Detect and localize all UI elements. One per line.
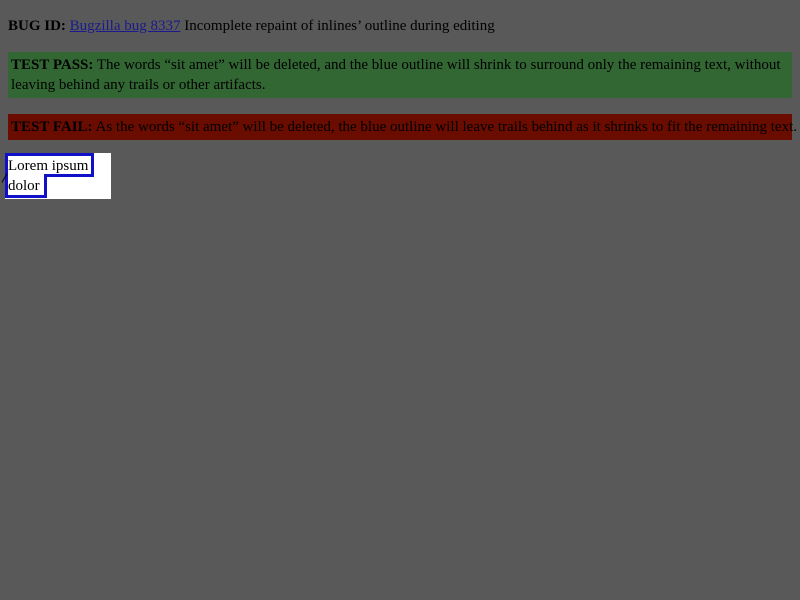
test-fail-text: As the words “sit amet” will be deleted,… bbox=[95, 119, 798, 135]
test-fail-label: TEST FAIL: bbox=[11, 119, 93, 135]
bug-id-line: BUG ID: Bugzilla bug 8337 Incomplete rep… bbox=[8, 16, 792, 36]
editable-test-area[interactable]: Lorem ipsum dolor bbox=[1, 153, 111, 199]
editable-text-line1[interactable]: Lorem ipsum bbox=[8, 156, 88, 176]
bug-description: Incomplete repaint of inlines’ outline d… bbox=[184, 18, 495, 34]
bug-id-label: BUG ID: bbox=[8, 18, 66, 34]
bugzilla-link[interactable]: Bugzilla bug 8337 bbox=[70, 18, 181, 34]
test-pass-text: The words “sit amet” will be deleted, an… bbox=[11, 57, 781, 93]
page: { "bug": { "label": "BUG ID:", "link_tex… bbox=[0, 0, 800, 600]
editable-text-line2[interactable]: dolor bbox=[8, 176, 40, 196]
test-fail-box: TEST FAIL: As the words “sit amet” will … bbox=[8, 114, 797, 140]
test-pass-box: TEST PASS: The words “sit amet” will be … bbox=[8, 52, 792, 98]
test-pass-label: TEST PASS: bbox=[11, 57, 94, 73]
